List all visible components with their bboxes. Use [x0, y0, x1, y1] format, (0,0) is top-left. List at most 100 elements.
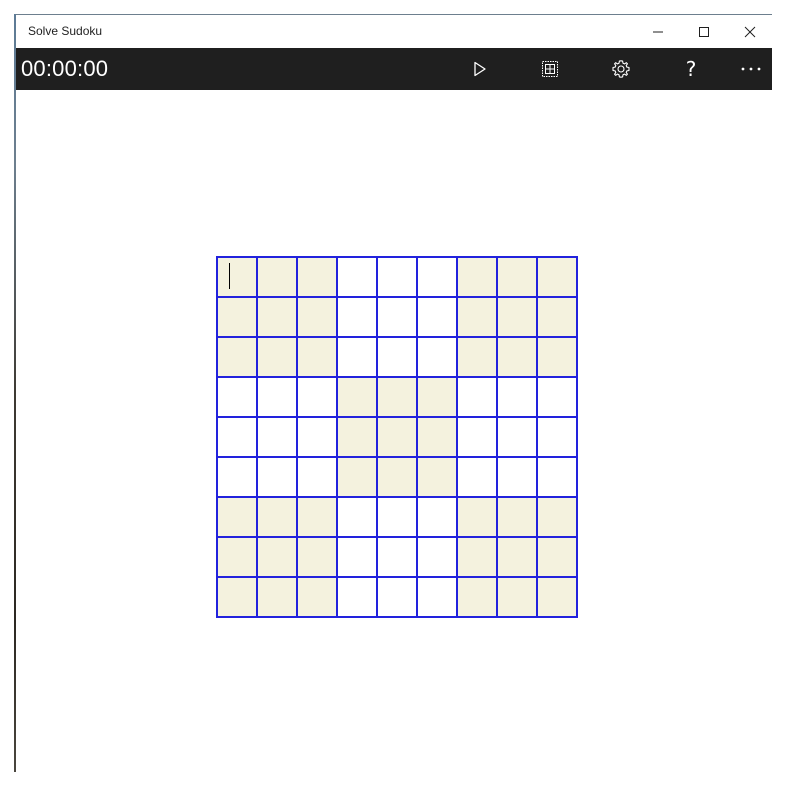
sudoku-cell-r8-c8[interactable] — [498, 538, 538, 578]
sudoku-cell-r5-c9[interactable] — [538, 418, 578, 458]
sudoku-cell-r1-c2[interactable] — [258, 256, 298, 298]
sudoku-cell-r4-c5[interactable] — [378, 378, 418, 418]
sudoku-cell-r1-c3[interactable] — [298, 256, 338, 298]
sudoku-cell-r6-c3[interactable] — [298, 458, 338, 498]
sudoku-cell-r1-c9[interactable] — [538, 256, 578, 298]
sudoku-cell-r7-c7[interactable] — [458, 498, 498, 538]
sudoku-cell-r9-c6[interactable] — [418, 578, 458, 618]
sudoku-cell-r2-c1[interactable] — [216, 298, 258, 338]
sudoku-cell-r3-c5[interactable] — [378, 338, 418, 378]
sudoku-cell-r3-c9[interactable] — [538, 338, 578, 378]
maximize-button[interactable] — [681, 15, 727, 48]
sudoku-cell-r9-c8[interactable] — [498, 578, 538, 618]
sudoku-cell-r2-c8[interactable] — [498, 298, 538, 338]
timer-display: 00:00:00 — [21, 56, 109, 81]
title-bar[interactable]: Solve Sudoku — [16, 15, 772, 48]
play-button[interactable] — [460, 48, 500, 90]
sudoku-cell-r5-c3[interactable] — [298, 418, 338, 458]
sudoku-cell-r7-c2[interactable] — [258, 498, 298, 538]
sudoku-cell-r2-c2[interactable] — [258, 298, 298, 338]
sudoku-cell-r1-c7[interactable] — [458, 256, 498, 298]
sudoku-cell-r1-c1[interactable] — [216, 256, 258, 298]
sudoku-cell-r8-c3[interactable] — [298, 538, 338, 578]
sudoku-cell-r5-c1[interactable] — [216, 418, 258, 458]
sudoku-cell-r2-c9[interactable] — [538, 298, 578, 338]
sudoku-cell-r6-c4[interactable] — [338, 458, 378, 498]
sudoku-cell-r5-c8[interactable] — [498, 418, 538, 458]
close-button[interactable] — [727, 15, 772, 48]
app-window: Solve Sudoku 00:00:00 ? — [16, 14, 772, 772]
sudoku-cell-r1-c4[interactable] — [338, 256, 378, 298]
desktop-background — [0, 0, 15, 787]
sudoku-board — [216, 256, 578, 618]
play-icon — [474, 61, 486, 77]
help-button[interactable]: ? — [671, 48, 711, 90]
sudoku-cell-r4-c2[interactable] — [258, 378, 298, 418]
sudoku-cell-r5-c2[interactable] — [258, 418, 298, 458]
sudoku-cell-r9-c9[interactable] — [538, 578, 578, 618]
settings-button[interactable] — [601, 48, 641, 90]
sudoku-cell-r6-c8[interactable] — [498, 458, 538, 498]
sudoku-cell-r4-c3[interactable] — [298, 378, 338, 418]
sudoku-cell-r8-c7[interactable] — [458, 538, 498, 578]
sudoku-cell-r8-c4[interactable] — [338, 538, 378, 578]
sudoku-cell-r9-c5[interactable] — [378, 578, 418, 618]
sudoku-cell-r3-c8[interactable] — [498, 338, 538, 378]
sudoku-cell-r3-c1[interactable] — [216, 338, 258, 378]
sudoku-cell-r8-c6[interactable] — [418, 538, 458, 578]
grid-button[interactable] — [530, 48, 570, 90]
minimize-button[interactable] — [635, 15, 681, 48]
sudoku-cell-r5-c5[interactable] — [378, 418, 418, 458]
sudoku-cell-r9-c1[interactable] — [216, 578, 258, 618]
sudoku-cell-r1-c6[interactable] — [418, 256, 458, 298]
sudoku-cell-r2-c5[interactable] — [378, 298, 418, 338]
sudoku-cell-r9-c2[interactable] — [258, 578, 298, 618]
sudoku-cell-r2-c6[interactable] — [418, 298, 458, 338]
sudoku-cell-r7-c6[interactable] — [418, 498, 458, 538]
sudoku-cell-r3-c4[interactable] — [338, 338, 378, 378]
sudoku-cell-r1-c5[interactable] — [378, 256, 418, 298]
sudoku-cell-r4-c7[interactable] — [458, 378, 498, 418]
help-icon: ? — [685, 57, 697, 81]
sudoku-cell-r4-c8[interactable] — [498, 378, 538, 418]
sudoku-cell-r5-c6[interactable] — [418, 418, 458, 458]
sudoku-cell-r6-c1[interactable] — [216, 458, 258, 498]
sudoku-cell-r7-c8[interactable] — [498, 498, 538, 538]
sudoku-cell-r4-c6[interactable] — [418, 378, 458, 418]
sudoku-cell-r7-c5[interactable] — [378, 498, 418, 538]
sudoku-cell-r9-c4[interactable] — [338, 578, 378, 618]
sudoku-cell-r8-c2[interactable] — [258, 538, 298, 578]
sudoku-cell-r7-c3[interactable] — [298, 498, 338, 538]
sudoku-cell-r6-c2[interactable] — [258, 458, 298, 498]
sudoku-cell-r1-c8[interactable] — [498, 256, 538, 298]
grid-icon — [542, 61, 558, 77]
more-button[interactable] — [731, 48, 771, 90]
sudoku-cell-r2-c4[interactable] — [338, 298, 378, 338]
sudoku-cell-r9-c7[interactable] — [458, 578, 498, 618]
sudoku-cell-r5-c4[interactable] — [338, 418, 378, 458]
sudoku-cell-r3-c2[interactable] — [258, 338, 298, 378]
window-title: Solve Sudoku — [28, 24, 103, 38]
sudoku-cell-r7-c4[interactable] — [338, 498, 378, 538]
sudoku-cell-r2-c7[interactable] — [458, 298, 498, 338]
minimize-icon — [653, 31, 663, 32]
sudoku-cell-r9-c3[interactable] — [298, 578, 338, 618]
sudoku-cell-r3-c6[interactable] — [418, 338, 458, 378]
sudoku-cell-r4-c1[interactable] — [216, 378, 258, 418]
sudoku-cell-r3-c3[interactable] — [298, 338, 338, 378]
sudoku-cell-r4-c4[interactable] — [338, 378, 378, 418]
sudoku-cell-r6-c7[interactable] — [458, 458, 498, 498]
sudoku-cell-r5-c7[interactable] — [458, 418, 498, 458]
sudoku-cell-r6-c6[interactable] — [418, 458, 458, 498]
sudoku-cell-r8-c5[interactable] — [378, 538, 418, 578]
sudoku-cell-r8-c1[interactable] — [216, 538, 258, 578]
sudoku-cell-r7-c1[interactable] — [216, 498, 258, 538]
sudoku-cell-r4-c9[interactable] — [538, 378, 578, 418]
sudoku-cell-r8-c9[interactable] — [538, 538, 578, 578]
sudoku-cell-r6-c9[interactable] — [538, 458, 578, 498]
sudoku-cell-r3-c7[interactable] — [458, 338, 498, 378]
sudoku-cell-r6-c5[interactable] — [378, 458, 418, 498]
sudoku-cell-r7-c9[interactable] — [538, 498, 578, 538]
close-icon — [744, 26, 756, 37]
sudoku-cell-r2-c3[interactable] — [298, 298, 338, 338]
